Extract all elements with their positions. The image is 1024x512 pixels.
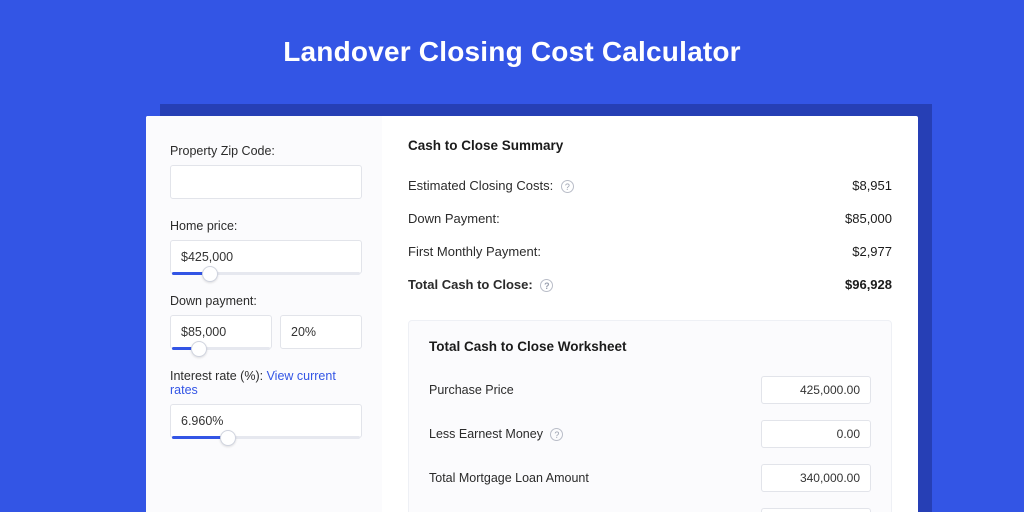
summary-row-label: First Monthly Payment: (408, 244, 541, 259)
zip-label: Property Zip Code: (170, 144, 362, 158)
summary-total-value: $96,928 (845, 277, 892, 292)
worksheet-row-label: Purchase Price (429, 383, 514, 397)
summary-row-label: Estimated Closing Costs: ? (408, 178, 574, 193)
summary-total-label-text: Total Cash to Close: (408, 277, 533, 292)
worksheet-label-text: Less Earnest Money (429, 427, 543, 441)
down-payment-label: Down payment: (170, 294, 362, 308)
cash-to-close-summary: Cash to Close Summary Estimated Closing … (408, 138, 892, 302)
interest-rate-input[interactable] (170, 404, 362, 438)
home-price-slider[interactable] (172, 272, 360, 275)
worksheet-row-purchase-price: Purchase Price (429, 368, 871, 412)
home-price-slider-wrap (170, 240, 362, 274)
zip-field-group: Property Zip Code: (170, 144, 362, 199)
summary-row-first-monthly: First Monthly Payment: $2,977 (408, 235, 892, 268)
interest-rate-slider[interactable] (172, 436, 360, 439)
summary-row-down-payment: Down Payment: $85,000 (408, 202, 892, 235)
down-payment-slider[interactable] (172, 347, 270, 350)
summary-total-label: Total Cash to Close: ? (408, 277, 553, 292)
summary-row-value: $85,000 (845, 211, 892, 226)
interest-rate-label: Interest rate (%): View current rates (170, 369, 362, 397)
interest-rate-label-text: Interest rate (%): (170, 369, 267, 383)
zip-input[interactable] (170, 165, 362, 199)
summary-label-text: Estimated Closing Costs: (408, 178, 553, 193)
interest-rate-slider-thumb[interactable] (220, 430, 236, 446)
worksheet-row-mortgage-amount: Total Mortgage Loan Amount (429, 456, 871, 500)
home-price-field-group: Home price: (170, 219, 362, 274)
interest-rate-field-group: Interest rate (%): View current rates (170, 369, 362, 438)
summary-title: Cash to Close Summary (408, 138, 892, 153)
interest-rate-slider-wrap (170, 404, 362, 438)
down-payment-amount-wrap (170, 315, 272, 349)
summary-row-value: $8,951 (852, 178, 892, 193)
worksheet-purchase-price-input[interactable] (761, 376, 871, 404)
down-payment-slider-thumb[interactable] (191, 341, 207, 357)
summary-row-value: $2,977 (852, 244, 892, 259)
down-payment-amount-input[interactable] (170, 315, 272, 349)
down-payment-row (170, 315, 362, 349)
down-payment-field-group: Down payment: (170, 294, 362, 349)
inputs-sidebar: Property Zip Code: Home price: Down paym… (146, 116, 382, 512)
help-icon[interactable]: ? (540, 279, 553, 292)
home-price-slider-thumb[interactable] (202, 266, 218, 282)
summary-row-total: Total Cash to Close: ? $96,928 (408, 268, 892, 301)
worksheet-second-mortgage-input[interactable] (761, 508, 871, 512)
page-title: Landover Closing Cost Calculator (0, 0, 1024, 96)
worksheet-row-second-mortgage: Total Second Mortgage Amount ? (429, 500, 871, 512)
worksheet-mortgage-amount-input[interactable] (761, 464, 871, 492)
calculator-panel: Property Zip Code: Home price: Down paym… (146, 116, 918, 512)
summary-row-closing-costs: Estimated Closing Costs: ? $8,951 (408, 169, 892, 202)
home-price-label: Home price: (170, 219, 362, 233)
worksheet-row-label: Less Earnest Money ? (429, 427, 563, 441)
worksheet-row-label: Total Mortgage Loan Amount (429, 471, 589, 485)
summary-row-label: Down Payment: (408, 211, 500, 226)
help-icon[interactable]: ? (561, 180, 574, 193)
worksheet-row-earnest-money: Less Earnest Money ? (429, 412, 871, 456)
cash-to-close-worksheet: Total Cash to Close Worksheet Purchase P… (408, 320, 892, 512)
results-content: Cash to Close Summary Estimated Closing … (382, 116, 918, 512)
help-icon[interactable]: ? (550, 428, 563, 441)
home-price-input[interactable] (170, 240, 362, 274)
worksheet-earnest-money-input[interactable] (761, 420, 871, 448)
down-payment-percent-input[interactable] (280, 315, 362, 349)
worksheet-title: Total Cash to Close Worksheet (429, 339, 871, 354)
